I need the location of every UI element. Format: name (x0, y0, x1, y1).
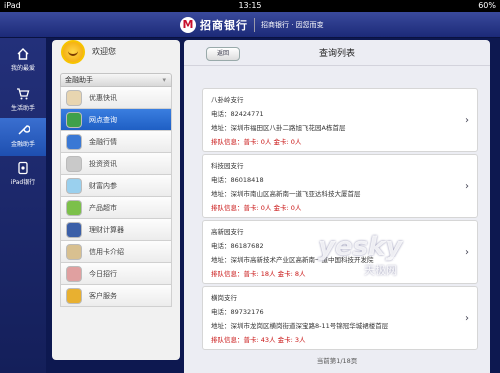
home-icon (17, 48, 29, 60)
menu-label: 优惠快讯 (89, 94, 117, 102)
bank-name: 招商银行 (200, 19, 248, 32)
menu-label: 网点查询 (89, 116, 117, 124)
globe-icon (66, 112, 82, 128)
branch-card[interactable]: 高新园支行 电话：86187682 地址：深圳市高新技术产业区高新南一道中国科技… (202, 220, 478, 284)
branch-phone: 电话：89732176 (211, 308, 264, 316)
products-icon (66, 200, 82, 216)
menu-item-promotions[interactable]: 优惠快讯 (60, 87, 172, 109)
welcome-bar: 欢迎您 (52, 40, 180, 70)
customer-service-icon (66, 288, 82, 304)
app-header: M 招商银行 招商银行 · 因您而变 (0, 12, 500, 38)
page-title: 查询列表 (318, 49, 355, 59)
chevron-down-icon: ▾ (162, 76, 166, 84)
branch-name: 高新园支行 (211, 228, 244, 236)
bank-slogan: 招商银行 · 因您而变 (261, 21, 324, 29)
branch-card[interactable]: 科技园支行 电话：86018418 地址：深圳市南山区高新南一道飞亚达科技大厦首… (202, 154, 478, 218)
menu-item-wealth-insider[interactable]: 财富内参 (60, 175, 172, 197)
menu-label: 信用卡介绍 (89, 248, 124, 256)
nav-item-finance[interactable]: 金融助手 (0, 118, 46, 156)
branch-queue: 排队信息：普卡: 43人 金卡: 3人 (211, 336, 306, 344)
promotions-icon (66, 90, 82, 106)
nav-item-life[interactable]: 生活助手 (0, 82, 46, 120)
branch-phone: 电话：82424771 (211, 110, 264, 118)
finance-menu: 优惠快讯 网点查询 金融行情 投资资讯 财富内参 产品超市 理财计算器 信用卡介… (60, 87, 172, 307)
query-results-panel: 返回 查询列表 八卦岭支行 电话：82424771 地址：深圳市福田区八卦二路旭… (184, 40, 490, 373)
menu-label: 金融行情 (89, 138, 117, 146)
bank-logo-icon: M (180, 17, 196, 33)
bank-logo-icon (66, 266, 82, 282)
battery-level: 60% (478, 1, 496, 10)
news-icon (66, 156, 82, 172)
nav-label: 金融助手 (10, 141, 35, 148)
nav-item-ipad-bank[interactable]: iPad银行 (0, 156, 46, 194)
menu-item-credit-card[interactable]: 信用卡介绍 (60, 241, 172, 263)
chevron-right-icon: › (465, 313, 469, 324)
menu-item-today-cmb[interactable]: 今日招行 (60, 263, 172, 285)
chevron-right-icon: › (465, 181, 469, 192)
menu-item-market[interactable]: 金融行情 (60, 131, 172, 153)
nav-label: iPad银行 (10, 179, 36, 186)
menu-item-product-market[interactable]: 产品超市 (60, 197, 172, 219)
branch-queue: 排队信息：普卡: 0人 金卡: 0人 (211, 138, 302, 146)
cart-icon (17, 88, 30, 100)
nav-label: 我的最爱 (10, 65, 35, 72)
branch-queue: 排队信息：普卡: 18人 金卡: 8人 (211, 270, 306, 278)
menu-label: 理财计算器 (89, 226, 124, 234)
status-bar: iPad 13:15 60% (0, 0, 500, 12)
menu-label: 产品超市 (89, 204, 117, 212)
wrench-icon (18, 125, 30, 135)
chevron-right-icon: › (465, 115, 469, 126)
brand-divider (254, 18, 255, 32)
side-nav: 我的最爱 生活助手 金融助手 iPad银行 (0, 38, 46, 373)
ipad-icon (18, 161, 28, 175)
branch-card[interactable]: 横岗支行 电话：89732176 地址：深圳市龙岗区横岗街道深宝路8-11号锦冠… (202, 286, 478, 350)
credit-card-icon (66, 244, 82, 260)
calculator-icon (66, 222, 82, 238)
branch-card[interactable]: 八卦岭支行 电话：82424771 地址：深圳市福田区八卦二路旭飞花园A栋首层 … (202, 88, 478, 152)
nav-item-favorites[interactable]: 我的最爱 (0, 42, 46, 80)
menu-label: 客户服务 (89, 292, 117, 300)
branch-name: 八卦岭支行 (211, 96, 244, 104)
menu-item-branch-search[interactable]: 网点查询 (60, 109, 172, 131)
branch-address: 地址：深圳市南山区高新南一道飞亚达科技大厦首层 (211, 190, 361, 198)
nav-label: 生活助手 (10, 105, 35, 112)
clock: 13:15 (238, 1, 262, 10)
branch-phone: 电话：86187682 (211, 242, 264, 250)
menu-item-customer-service[interactable]: 客户服务 (60, 285, 172, 307)
branch-name: 科技园支行 (211, 162, 244, 170)
menu-label: 投资资讯 (89, 160, 117, 168)
branch-address: 地址：深圳市龙岗区横岗街道深宝路8-11号锦冠华城裙楼首层 (211, 322, 389, 330)
welcome-text: 欢迎您 (92, 47, 116, 56)
finance-menu-panel: 欢迎您 金融助手 ▾ 优惠快讯 网点查询 金融行情 投资资讯 财富内参 产品超市… (52, 40, 180, 360)
menu-item-investment-news[interactable]: 投资资讯 (60, 153, 172, 175)
sun-avatar-icon (61, 40, 85, 64)
market-icon (66, 134, 82, 150)
branch-name: 横岗支行 (211, 294, 237, 302)
branch-address: 地址：深圳市高新技术产业区高新南一道中国科技开发院 (211, 256, 374, 264)
menu-item-calculator[interactable]: 理财计算器 (60, 219, 172, 241)
chat-bubble-icon (66, 178, 82, 194)
branch-queue: 排队信息：普卡: 0人 金卡: 0人 (211, 204, 302, 212)
results-header: 返回 查询列表 (184, 40, 490, 66)
brand: M 招商银行 招商银行 · 因您而变 (180, 16, 324, 34)
branch-address: 地址：深圳市福田区八卦二路旭飞花园A栋首层 (211, 124, 346, 132)
chevron-right-icon: › (465, 247, 469, 258)
menu-label: 财富内参 (89, 182, 117, 190)
section-title: 金融助手 (65, 76, 93, 84)
branch-phone: 电话：86018418 (211, 176, 264, 184)
pagination: 当前第1/18页 (316, 357, 358, 365)
menu-label: 今日招行 (89, 270, 117, 278)
finance-section-header[interactable]: 金融助手 ▾ (60, 73, 172, 87)
